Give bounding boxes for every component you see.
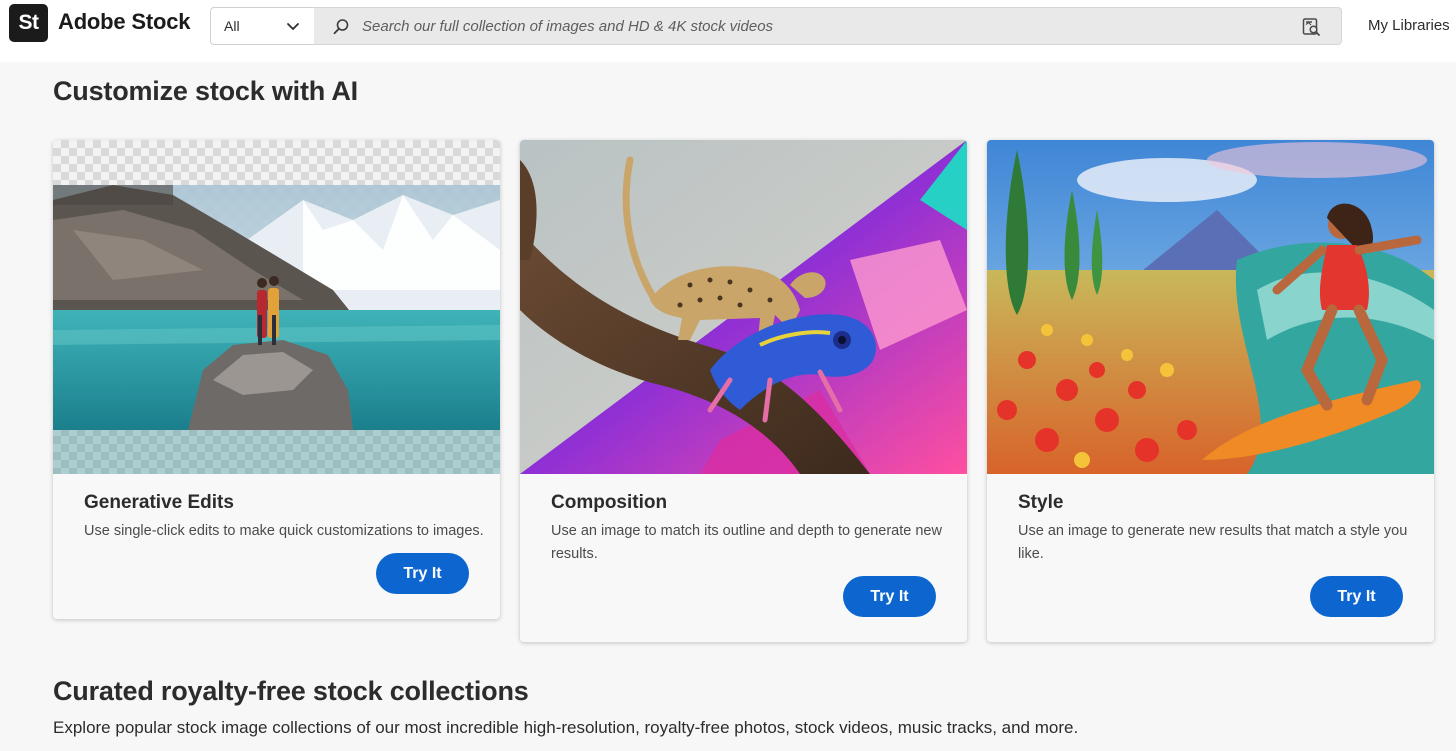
collections-section-description: Explore popular stock image collections … [53, 718, 1079, 737]
visual-search-icon[interactable] [1301, 17, 1321, 37]
composition-card: Composition Use an image to match its ou… [520, 140, 967, 642]
generative-edits-image [53, 140, 500, 474]
style-title: Style [1018, 492, 1064, 513]
generative-edits-description: Use single-click edits to make quick cus… [84, 523, 484, 539]
generative-edits-try-button[interactable]: Try It [376, 553, 469, 594]
style-card: Style Use an image to generate new resul… [987, 140, 1434, 642]
style-try-button[interactable]: Try It [1310, 576, 1403, 617]
collections-section-title: Curated royalty-free stock collections [53, 676, 529, 706]
search-input[interactable] [362, 8, 1282, 44]
search-scope-dropdown[interactable]: All [210, 7, 315, 45]
ai-section-title: Customize stock with AI [53, 76, 358, 106]
generative-edits-title: Generative Edits [84, 492, 234, 513]
top-header: St Adobe Stock All My Libraries [0, 0, 1456, 62]
search-bar [314, 7, 1342, 45]
adobe-stock-logo[interactable]: St [9, 4, 48, 42]
composition-description: Use an image to match its outline and de… [551, 523, 942, 562]
composition-try-button[interactable]: Try It [843, 576, 936, 617]
search-icon [333, 19, 349, 35]
generative-edits-card: Generative Edits Use single-click edits … [53, 140, 500, 619]
style-description: Use an image to generate new results tha… [1018, 523, 1408, 562]
chevron-down-icon [287, 23, 299, 30]
brand-name[interactable]: Adobe Stock [58, 9, 190, 35]
composition-title: Composition [551, 492, 668, 513]
style-image [987, 140, 1434, 474]
my-libraries-link[interactable]: My Libraries [1368, 17, 1450, 34]
search-scope-value: All [224, 18, 240, 34]
composition-image [520, 140, 967, 474]
